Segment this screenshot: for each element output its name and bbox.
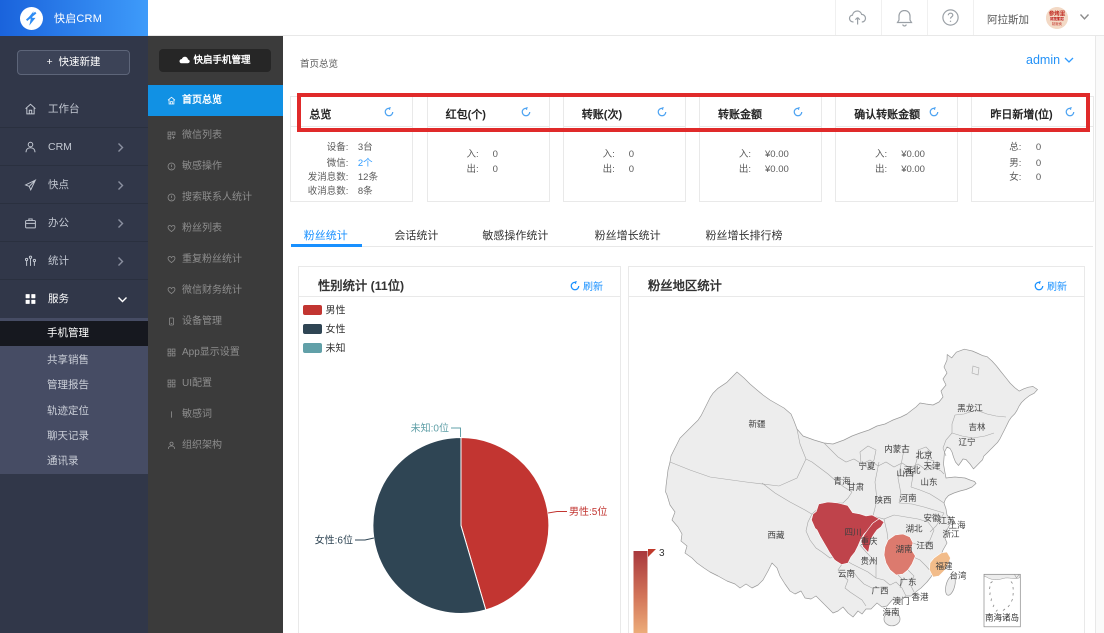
svg-text:辽宁: 辽宁 — [958, 437, 975, 447]
svg-text:广西: 广西 — [871, 586, 888, 596]
svg-text:吉林: 吉林 — [968, 422, 986, 432]
svg-text:男性: 男性 — [326, 304, 346, 317]
svg-text:女性:6位: 女性:6位 — [315, 534, 353, 547]
svg-text:山东: 山东 — [920, 477, 937, 487]
svg-text:江西: 江西 — [916, 541, 933, 551]
svg-text:重庆: 重庆 — [860, 536, 878, 546]
svg-text:3: 3 — [659, 548, 665, 559]
svg-text:四川: 四川 — [844, 527, 861, 537]
svg-text:内蒙古: 内蒙古 — [884, 444, 910, 454]
svg-text:西藏: 西藏 — [767, 530, 785, 540]
svg-text:宁夏: 宁夏 — [858, 461, 876, 471]
svg-text:北京: 北京 — [915, 450, 932, 460]
svg-text:南海诸岛: 南海诸岛 — [985, 613, 1019, 623]
svg-text:未知:0位: 未知:0位 — [411, 422, 449, 435]
svg-text:香港: 香港 — [911, 592, 929, 602]
svg-text:男性:5位: 男性:5位 — [569, 505, 607, 518]
svg-text:湖北: 湖北 — [905, 524, 923, 534]
svg-text:未知: 未知 — [326, 342, 346, 355]
svg-text:制贩卖: 制贩卖 — [1052, 21, 1063, 26]
svg-text:天津: 天津 — [923, 461, 941, 471]
svg-text:河南: 河南 — [899, 493, 916, 503]
svg-text:湖南: 湖南 — [895, 544, 912, 554]
svg-text:澳门: 澳门 — [892, 596, 909, 606]
svg-text:贵州: 贵州 — [860, 556, 877, 566]
svg-text:女性: 女性 — [326, 323, 346, 336]
svg-text:台湾: 台湾 — [949, 571, 967, 581]
svg-text:云南: 云南 — [838, 569, 855, 579]
svg-text:广东: 广东 — [899, 577, 916, 587]
svg-text:陕西: 陕西 — [874, 495, 891, 505]
svg-text:石永青 烧烤: 石永青 烧烤 — [1050, 17, 1065, 21]
svg-text:黑龙江: 黑龙江 — [957, 403, 983, 413]
svg-text:福建: 福建 — [935, 561, 953, 571]
svg-text:新疆: 新疆 — [748, 419, 766, 429]
svg-text:浙江: 浙江 — [942, 529, 960, 539]
svg-text:甘肃: 甘肃 — [847, 482, 865, 492]
svg-text:海南: 海南 — [882, 607, 899, 617]
svg-text:河北: 河北 — [903, 465, 921, 475]
